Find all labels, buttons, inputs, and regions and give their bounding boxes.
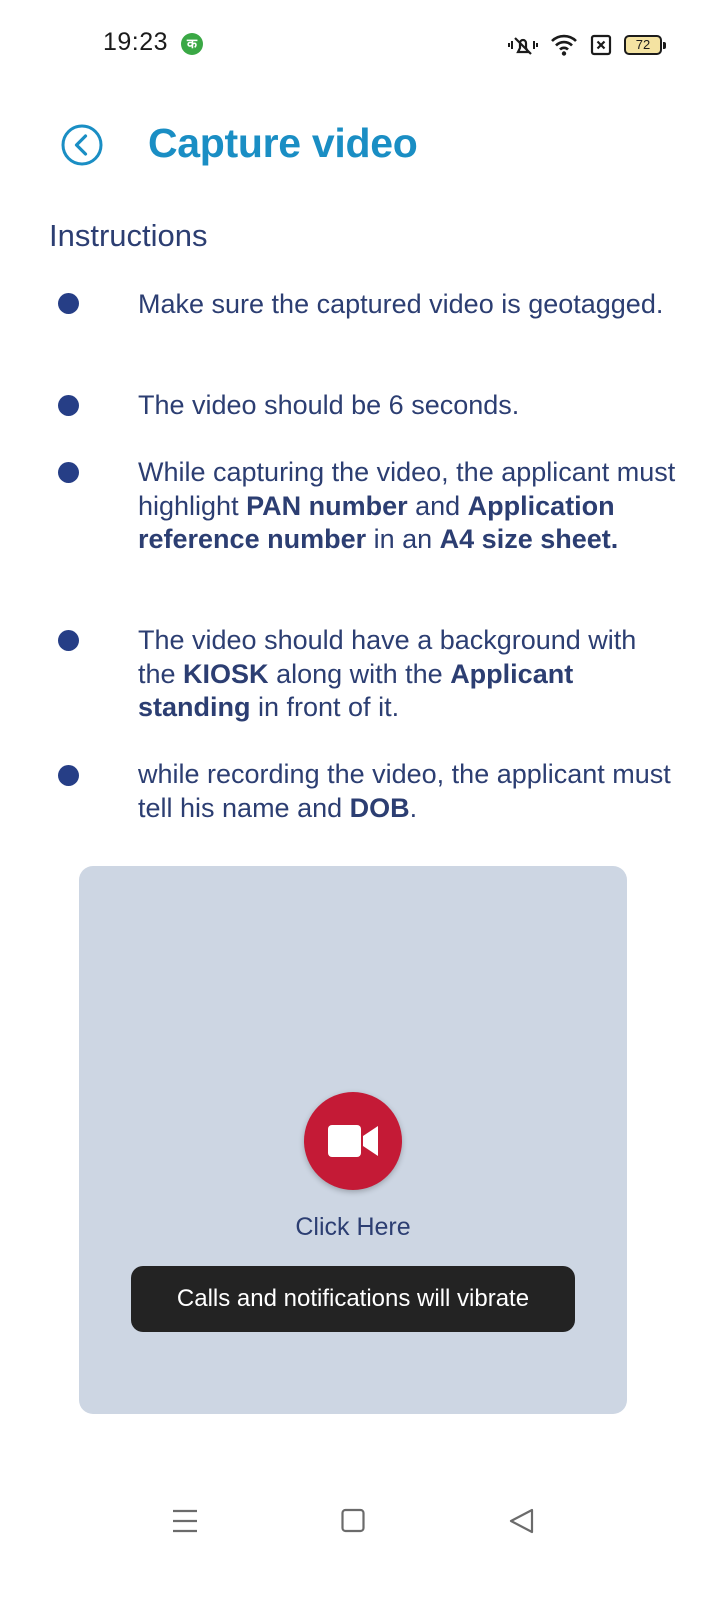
- instruction-run: in front of it.: [250, 692, 400, 722]
- instruction-text: Make sure the captured video is geotagge…: [138, 288, 678, 322]
- toast-message: Calls and notifications will vibrate: [131, 1266, 575, 1332]
- instruction-highlight: PAN number: [246, 490, 408, 521]
- instruction-highlight: DOB: [349, 792, 410, 823]
- status-icons: 72: [508, 30, 666, 60]
- nav-menu-button[interactable]: [172, 1508, 198, 1539]
- navigation-bar: [0, 1490, 720, 1560]
- instruction-run: The video should be 6 seconds.: [138, 390, 520, 420]
- record-video-button[interactable]: [304, 1092, 402, 1190]
- page-title: Capture video: [148, 120, 418, 166]
- no-sim-icon: [590, 34, 612, 56]
- wifi-icon: [551, 34, 577, 56]
- instruction-text: The video should be 6 seconds.: [138, 389, 678, 423]
- vibrate-mute-icon: [508, 37, 538, 55]
- bullet-icon: [58, 765, 79, 786]
- video-camera-icon: [328, 1125, 378, 1157]
- nav-home-button[interactable]: [341, 1508, 365, 1539]
- status-time: 19:23: [103, 28, 169, 56]
- instruction-text: while recording the video, the applicant…: [138, 758, 678, 825]
- status-bar: 19:23 क 72: [0, 0, 720, 88]
- instruction-text: The video should have a background with …: [138, 624, 678, 725]
- app-notification-icon: क: [181, 33, 203, 55]
- bullet-icon: [58, 630, 79, 651]
- click-here-label[interactable]: Click Here: [79, 1213, 627, 1242]
- instruction-highlight: A4 size sheet.: [439, 524, 619, 554]
- menu-icon: [173, 1509, 197, 1533]
- instruction-run: in an: [366, 524, 440, 554]
- instructions-heading: Instructions: [49, 218, 208, 253]
- instruction-run: .: [409, 792, 418, 823]
- nav-back-button[interactable]: [509, 1508, 535, 1539]
- instruction-run: and: [407, 490, 468, 521]
- instruction-run: Make sure the captured video is geotagge…: [138, 289, 664, 319]
- instruction-text: While capturing the video, the applicant…: [138, 456, 678, 557]
- instruction-run: along with the: [268, 658, 451, 689]
- home-square-icon: [341, 1508, 365, 1533]
- back-button[interactable]: [61, 124, 103, 166]
- battery-icon: 72: [624, 35, 666, 55]
- back-chevron-icon: [61, 124, 103, 166]
- back-triangle-icon: [509, 1508, 534, 1534]
- bullet-icon: [58, 462, 79, 483]
- bullet-icon: [58, 395, 79, 416]
- instruction-highlight: KIOSK: [183, 658, 269, 689]
- bullet-icon: [58, 293, 79, 314]
- screen: 19:23 क 72 Capture video Instructions Ma…: [0, 0, 720, 1600]
